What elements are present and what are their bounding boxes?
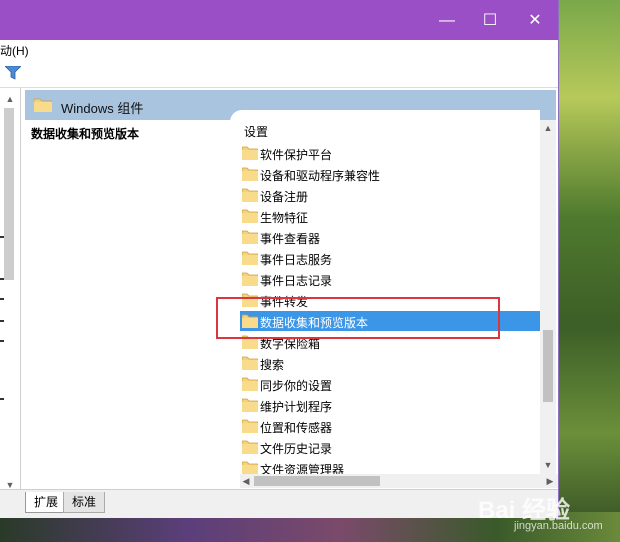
list-item[interactable]: 事件日志服务 xyxy=(240,248,540,268)
group-policy-editor-window: — ☐ ✕ 动(H) ▲ ▼ Windows 组件 数据收集和预览版本 设置 软… xyxy=(0,0,559,518)
tree-node-marker xyxy=(0,278,4,280)
list-horizontal-scrollbar[interactable]: ◀ ▶ xyxy=(240,474,558,488)
folder-icon xyxy=(242,419,258,433)
view-tabs: 扩展 标准 xyxy=(0,489,558,518)
list-item-label: 生物特征 xyxy=(260,211,309,225)
minimize-icon: — xyxy=(439,12,455,29)
tree-pane: ▲ ▼ xyxy=(0,88,21,498)
list-item[interactable]: 文件历史记录 xyxy=(240,437,540,457)
list-item-label: 事件日志记录 xyxy=(260,274,333,288)
list-item-label: 搜索 xyxy=(260,358,285,372)
minimize-button[interactable]: — xyxy=(433,7,461,35)
list-vertical-scrollbar[interactable]: ▲ ▼ xyxy=(540,120,556,475)
tree-node-marker xyxy=(0,398,4,400)
list-item[interactable]: 生物特征 xyxy=(240,206,540,226)
folder-icon xyxy=(242,398,258,412)
list-item-label: 文件历史记录 xyxy=(260,442,333,456)
close-icon: ✕ xyxy=(528,12,542,29)
list-item[interactable]: 事件日志记录 xyxy=(240,269,540,289)
watermark: Bai 经验 jingyan.baidu.com xyxy=(478,490,618,540)
folder-icon xyxy=(242,440,258,454)
folder-icon xyxy=(34,98,52,112)
scroll-up-icon[interactable]: ▲ xyxy=(5,94,15,104)
list-item-label: 设备注册 xyxy=(260,190,309,204)
tab-extended[interactable]: 扩展 xyxy=(25,492,68,513)
watermark-url: jingyan.baidu.com xyxy=(514,520,603,532)
scroll-left-icon[interactable]: ◀ xyxy=(240,474,252,488)
scroll-right-icon[interactable]: ▶ xyxy=(544,474,556,488)
tree-node-marker xyxy=(0,320,4,322)
tree-scrollbar-thumb[interactable] xyxy=(4,108,14,280)
maximize-icon: ☐ xyxy=(482,12,498,29)
folder-icon xyxy=(242,251,258,265)
folder-icon xyxy=(242,461,258,475)
list-item[interactable]: 设备注册 xyxy=(240,185,540,205)
scroll-up-icon[interactable]: ▲ xyxy=(543,123,553,133)
column-header-settings[interactable]: 设置 xyxy=(244,123,268,140)
tree-node-marker xyxy=(0,298,4,300)
folder-icon xyxy=(242,230,258,244)
tree-node-marker xyxy=(0,340,4,342)
folder-icon xyxy=(242,272,258,286)
folder-icon xyxy=(242,356,258,370)
desktop-background xyxy=(558,0,620,542)
horizontal-scrollbar-thumb[interactable] xyxy=(254,476,380,486)
list-item-label: 事件日志服务 xyxy=(260,253,333,267)
folder-icon xyxy=(242,146,258,160)
list-item-label: 软件保护平台 xyxy=(260,148,333,162)
menu-bar: 动(H) xyxy=(0,40,558,58)
list-item[interactable]: 同步你的设置 xyxy=(240,374,540,394)
folder-icon xyxy=(242,377,258,391)
list-item[interactable]: 软件保护平台 xyxy=(240,143,540,163)
list-item-label: 设备和驱动程序兼容性 xyxy=(260,169,381,183)
scroll-down-icon[interactable]: ▼ xyxy=(543,460,553,470)
tab-standard[interactable]: 标准 xyxy=(63,492,106,513)
list-scrollbar-thumb[interactable] xyxy=(543,330,553,402)
toolbar xyxy=(0,59,558,88)
close-button[interactable]: ✕ xyxy=(521,7,549,35)
list-item[interactable]: 位置和传感器 xyxy=(240,416,540,436)
menu-help[interactable]: 动(H) xyxy=(0,42,29,59)
filter-icon[interactable] xyxy=(5,66,21,80)
folder-icon xyxy=(242,209,258,223)
list-item[interactable]: 维护计划程序 xyxy=(240,395,540,415)
description-title: 数据收集和预览版本 xyxy=(31,127,140,141)
tree-node-marker xyxy=(0,236,4,238)
details-pane: Windows 组件 数据收集和预览版本 设置 软件保护平台设备和驱动程序兼容性… xyxy=(25,88,558,498)
list-item-label: 维护计划程序 xyxy=(260,400,333,414)
list-item[interactable]: 搜索 xyxy=(240,353,540,373)
folder-icon xyxy=(242,188,258,202)
list-item-label: 同步你的设置 xyxy=(260,379,333,393)
folder-icon xyxy=(242,167,258,181)
maximize-button[interactable]: ☐ xyxy=(476,7,504,35)
annotation-highlight-box xyxy=(216,297,500,339)
title-bar[interactable]: — ☐ ✕ xyxy=(0,0,558,40)
list-item-label: 事件查看器 xyxy=(260,232,321,246)
list-item[interactable]: 设备和驱动程序兼容性 xyxy=(240,164,540,184)
pane-header-title: Windows 组件 xyxy=(61,101,144,116)
list-item[interactable]: 事件查看器 xyxy=(240,227,540,247)
list-item-label: 位置和传感器 xyxy=(260,421,333,435)
